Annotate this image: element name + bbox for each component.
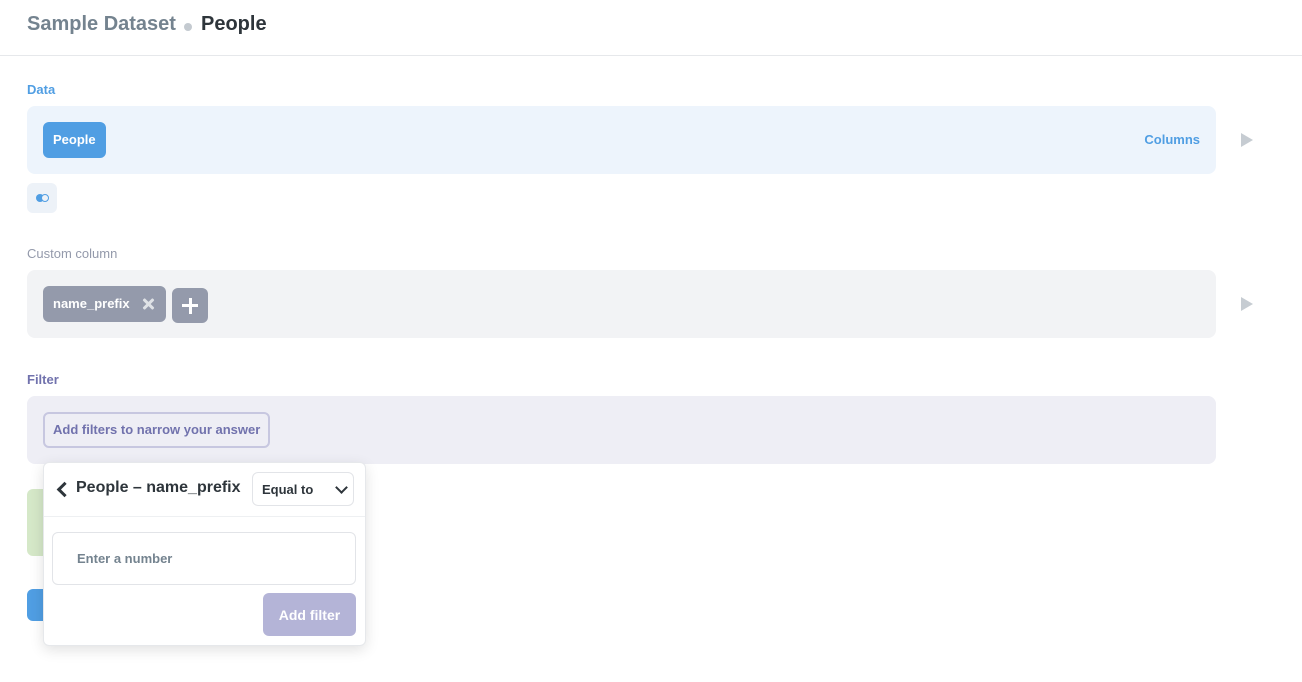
- close-icon[interactable]: [142, 298, 154, 310]
- play-icon[interactable]: [1241, 133, 1253, 147]
- data-step-box: People Columns: [27, 106, 1216, 174]
- add-filters-button[interactable]: Add filters to narrow your answer: [43, 412, 271, 448]
- filter-popover-header: People – name_prefix Equal to: [44, 463, 365, 517]
- operator-select[interactable]: Equal to: [252, 472, 354, 506]
- chevron-down-icon: [336, 483, 346, 493]
- filter-step-label: Filter: [27, 372, 59, 387]
- toggle-icon: [36, 194, 50, 202]
- filter-popover: People – name_prefix Equal to Add filter: [43, 462, 366, 646]
- data-step-label: Data: [27, 82, 56, 97]
- add-filter-button[interactable]: Add filter: [263, 593, 356, 636]
- breadcrumb-separator-icon: [184, 23, 192, 31]
- custom-column-name: name_prefix: [53, 296, 130, 311]
- custom-column-pill[interactable]: name_prefix: [43, 286, 166, 322]
- chevron-left-icon[interactable]: [55, 480, 69, 498]
- table-picker-button[interactable]: People: [43, 122, 106, 158]
- add-custom-column-button[interactable]: [172, 288, 208, 323]
- columns-link[interactable]: Columns: [1144, 132, 1200, 147]
- operator-label: Equal to: [262, 482, 314, 497]
- breadcrumb-table: People: [201, 13, 267, 35]
- filter-column-title[interactable]: People – name_prefix: [76, 479, 241, 497]
- custom-column-step-label: Custom column: [27, 246, 118, 261]
- play-icon[interactable]: [1241, 297, 1253, 311]
- filter-value-input[interactable]: [52, 532, 356, 585]
- toggle-steps-button[interactable]: [27, 183, 57, 213]
- top-bar: Sample Dataset People: [0, 0, 1302, 56]
- filter-step-box: Add filters to narrow your answer: [27, 396, 1216, 464]
- breadcrumb-database[interactable]: Sample Dataset: [27, 13, 176, 36]
- custom-column-step-box: name_prefix: [27, 270, 1216, 338]
